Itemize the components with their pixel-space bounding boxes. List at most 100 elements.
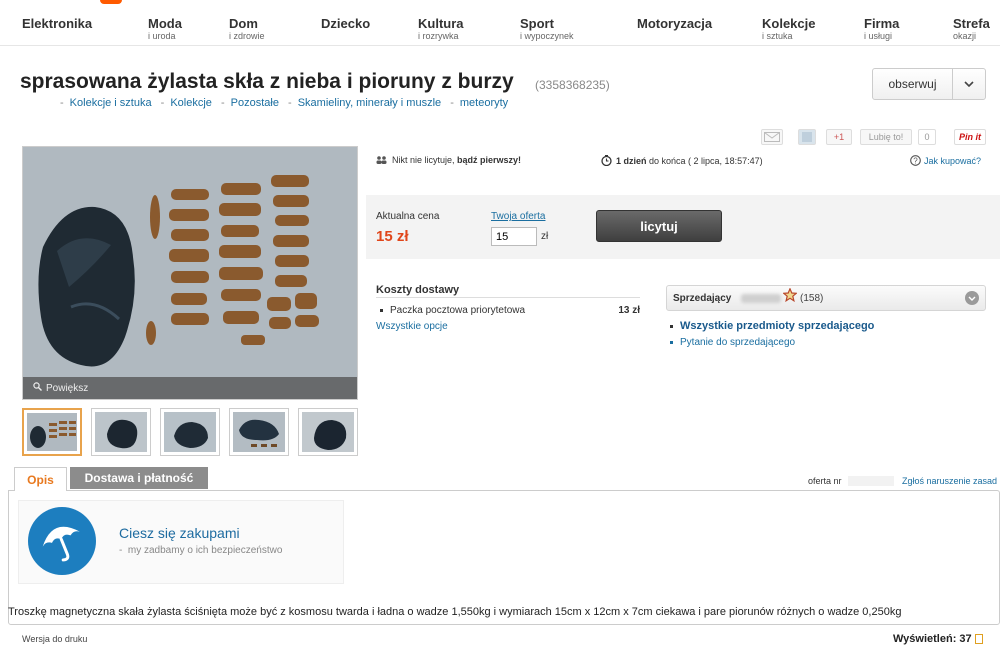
twitter-icon[interactable] bbox=[798, 129, 816, 145]
breadcrumb-link[interactable]: meteoryty bbox=[460, 97, 508, 109]
bidders-info: Nikt nie licytuje, bądź pierwszy! bbox=[376, 155, 521, 166]
like-count: 0 bbox=[918, 129, 936, 145]
shipping-option-price: 13 zł bbox=[618, 305, 640, 316]
seller-all-items-link[interactable]: Wszystkie przedmioty sprzedającego bbox=[670, 320, 874, 332]
promo-subtitle: - my zadbamy o ich bezpieczeństwo bbox=[119, 545, 283, 556]
breadcrumb-link[interactable]: Skamieliny, minerały i muszle bbox=[298, 97, 441, 109]
thumbnail[interactable] bbox=[91, 408, 151, 456]
gplus-button[interactable]: +1 bbox=[826, 129, 852, 145]
offer-currency: zł bbox=[541, 231, 549, 242]
watch-button[interactable]: obserwuj bbox=[872, 68, 986, 100]
shipping-title: Koszty dostawy bbox=[376, 284, 460, 296]
nav-item-firma[interactable]: Firma i usługi bbox=[864, 16, 899, 41]
how-to-buy-link[interactable]: ? Jak kupować? bbox=[910, 155, 981, 168]
how-to-buy-label: Jak kupować? bbox=[924, 155, 982, 166]
breadcrumb: - Kolekcje i sztuka - Kolekcje - Pozostałe … bbox=[60, 97, 509, 109]
nav-sublabel: i usługi bbox=[864, 31, 893, 41]
bullet bbox=[380, 308, 383, 312]
nav-sublabel: i rozrywka bbox=[418, 31, 459, 41]
top-accent-bar bbox=[0, 0, 1000, 4]
clock-icon bbox=[601, 155, 612, 168]
offer-number-label: oferta nr bbox=[808, 476, 842, 486]
time-left-rest: do końca ( 2 lipca, 18:57:47) bbox=[646, 155, 763, 166]
ask-seller-label: Pytanie do sprzedającego bbox=[680, 337, 796, 348]
email-share-icon[interactable] bbox=[761, 129, 783, 145]
product-photo bbox=[23, 147, 357, 399]
main-product-image[interactable]: Powiększ bbox=[22, 146, 358, 400]
offer-input[interactable] bbox=[491, 227, 537, 246]
magnifier-icon bbox=[33, 382, 42, 394]
chevron-down-icon[interactable] bbox=[953, 69, 985, 99]
breadcrumb-link[interactable]: Pozostałe bbox=[231, 97, 279, 109]
nav-label: Elektronika bbox=[22, 16, 93, 31]
thumbnail-image bbox=[302, 412, 354, 452]
nav-item-dom[interactable]: Dom i zdrowie bbox=[229, 16, 265, 41]
category-nav: Elektronika Moda i uroda Dom i zdrowie Dzi… bbox=[0, 14, 1000, 46]
nav-item-sport[interactable]: Sport i wypoczynek bbox=[520, 16, 574, 41]
print-version-link[interactable]: Wersja do druku bbox=[22, 634, 87, 644]
tab-delivery[interactable]: Dostawa i płatność bbox=[70, 467, 208, 489]
nav-label: Firma bbox=[864, 16, 900, 31]
price-label: Aktualna cena bbox=[376, 211, 440, 222]
bidders-text: Nikt nie licytuje, bbox=[392, 155, 458, 165]
bullet bbox=[670, 340, 673, 344]
views-icon bbox=[974, 634, 983, 645]
shipping-option: Paczka pocztowa priorytetowa 13 zł bbox=[380, 305, 640, 316]
breadcrumb-link[interactable]: Kolekcje bbox=[170, 97, 212, 109]
watch-label[interactable]: obserwuj bbox=[873, 69, 953, 99]
seller-all-items-label: Wszystkie przedmioty sprzedającego bbox=[680, 320, 875, 332]
nav-sublabel: i zdrowie bbox=[229, 31, 265, 41]
umbrella-icon bbox=[28, 507, 96, 575]
thumbnail-image bbox=[233, 412, 285, 452]
shipping-option-name: Paczka pocztowa priorytetowa bbox=[390, 305, 526, 316]
thumbnail[interactable] bbox=[229, 408, 289, 456]
breadcrumb-link[interactable]: Kolekcje i sztuka bbox=[70, 97, 152, 109]
thumbnail[interactable] bbox=[298, 408, 358, 456]
time-left-days: 1 dzień bbox=[616, 155, 647, 166]
nav-item-kolekcje[interactable]: Kolekcje i sztuka bbox=[762, 16, 815, 41]
thumbnail[interactable] bbox=[160, 408, 220, 456]
facebook-like-button[interactable]: Lubię to! bbox=[860, 129, 912, 145]
all-shipping-options-link[interactable]: Wszystkie opcje bbox=[376, 321, 448, 332]
pinit-button[interactable]: Pin it bbox=[954, 129, 986, 145]
gplus-label: +1 bbox=[833, 132, 845, 142]
seller-label: Sprzedający bbox=[673, 293, 732, 304]
current-price: 15 zł bbox=[376, 228, 409, 245]
nav-item-moda[interactable]: Moda i uroda bbox=[148, 16, 182, 41]
star-icon bbox=[782, 287, 798, 306]
ask-seller-link[interactable]: Pytanie do sprzedającego bbox=[670, 337, 795, 348]
zoom-label: Powiększ bbox=[46, 382, 89, 394]
nav-label: Moda bbox=[148, 16, 182, 31]
nav-item-kultura[interactable]: Kultura i rozrywka bbox=[418, 16, 464, 41]
item-number: (3358368235) bbox=[535, 78, 610, 92]
seller-rating-count: (158) bbox=[800, 293, 824, 304]
bid-button[interactable]: licytuj bbox=[596, 210, 722, 242]
nav-label: Kolekcje bbox=[762, 16, 816, 31]
nav-item-dziecko[interactable]: Dziecko bbox=[321, 16, 370, 31]
bidders-icon bbox=[376, 155, 388, 166]
thumbnail-image bbox=[27, 413, 77, 451]
thumbnail[interactable] bbox=[22, 408, 82, 456]
nav-sublabel: i sztuka bbox=[762, 31, 793, 41]
zoom-bar[interactable]: Powiększ bbox=[23, 377, 357, 399]
time-left: 1 dzień do końca ( 2 lipca, 18:57:47) bbox=[601, 155, 763, 168]
promo-title: Ciesz się zakupami bbox=[119, 525, 240, 541]
like-count-value: 0 bbox=[924, 132, 930, 142]
nav-label: Strefa bbox=[953, 16, 990, 31]
nav-item-strefa[interactable]: Strefa okazji bbox=[953, 16, 990, 41]
your-offer-link[interactable]: Twoja oferta bbox=[491, 211, 545, 222]
seller-panel[interactable]: Sprzedający (158) bbox=[666, 285, 986, 311]
report-violation-link[interactable]: Zgłoś naruszenie zasad bbox=[902, 476, 997, 486]
logo-fragment[interactable] bbox=[100, 0, 122, 4]
nav-sublabel: i wypoczynek bbox=[520, 31, 574, 41]
nav-label: Sport bbox=[520, 16, 554, 31]
svg-text:?: ? bbox=[913, 156, 918, 165]
chevron-down-icon[interactable] bbox=[965, 291, 979, 305]
thumbnail-image bbox=[95, 412, 147, 452]
seller-name-blurred bbox=[741, 294, 781, 303]
tab-description[interactable]: Opis bbox=[14, 467, 67, 491]
views-label: Wyświetleń: 37 bbox=[893, 633, 972, 645]
nav-item-elektronika[interactable]: Elektronika bbox=[22, 16, 92, 31]
nav-item-motoryzacja[interactable]: Motoryzacja bbox=[637, 16, 712, 31]
nav-label: Dziecko bbox=[321, 16, 371, 31]
